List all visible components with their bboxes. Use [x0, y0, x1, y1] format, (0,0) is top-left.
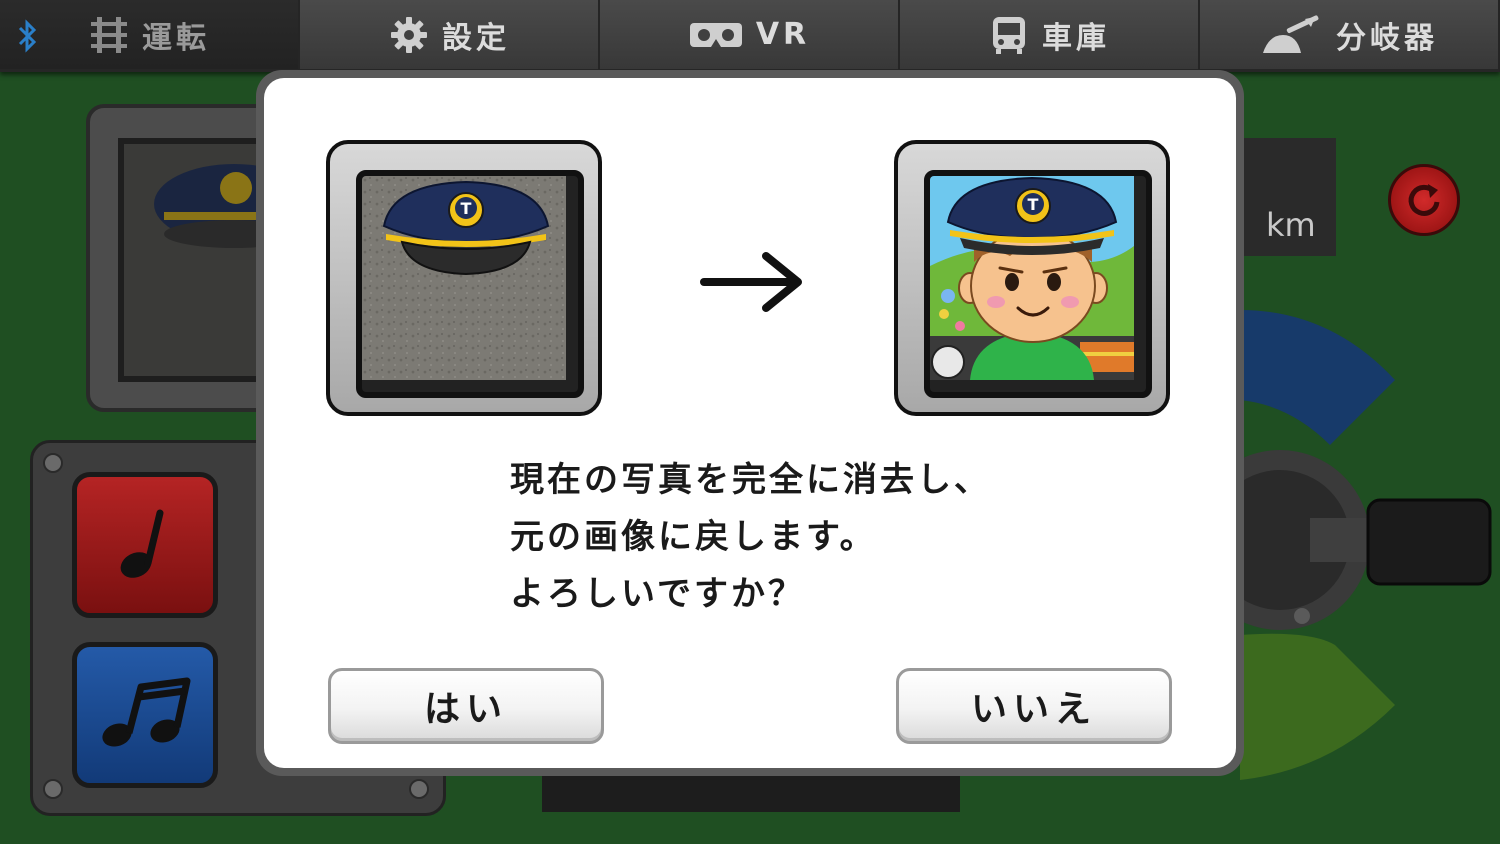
no-button[interactable]: いいえ	[896, 668, 1172, 744]
tab-drive-label: 運転	[142, 20, 210, 56]
tab-garage[interactable]: 車庫	[900, 0, 1200, 72]
dialog-message: 現在の写真を完全に消去し、 元の画像に戻します。 よろしいですか？	[510, 452, 1030, 623]
tab-settings[interactable]: 設定	[300, 0, 600, 72]
arrow-right-icon	[700, 252, 802, 312]
tab-drive[interactable]: 運転	[0, 0, 300, 72]
whistle-sound-button[interactable]	[72, 472, 218, 618]
train-icon	[988, 14, 1030, 56]
reset-button[interactable]	[1388, 164, 1460, 236]
gear-icon	[388, 14, 430, 56]
svg-text:T: T	[1028, 195, 1039, 214]
tab-switch-label: 分岐器	[1336, 20, 1438, 56]
screw	[409, 779, 429, 799]
tab-vr-label: VR	[755, 17, 811, 52]
default-image-frame: T	[894, 140, 1170, 416]
no-button-label: いいえ	[970, 689, 1097, 730]
tab-switch[interactable]: 分岐器	[1200, 0, 1500, 72]
tab-settings-label: 設定	[442, 20, 510, 56]
svg-text:T: T	[461, 199, 472, 218]
current-photo: T	[356, 170, 584, 398]
vr-goggles-icon	[688, 14, 744, 56]
dialog-message-line-1: 現在の写真を完全に消去し、	[510, 460, 991, 500]
default-image: T	[924, 170, 1152, 398]
throttle-lever[interactable]	[1240, 300, 1500, 800]
tab-vr[interactable]: VR	[600, 0, 900, 72]
bluetooth-icon	[18, 19, 37, 53]
refresh-icon	[1408, 184, 1440, 216]
screw	[43, 779, 63, 799]
yes-button-label: はい	[423, 689, 508, 730]
bottom-status-strip	[542, 770, 960, 812]
tracks-icon	[88, 14, 130, 56]
odometer-unit: km	[1266, 206, 1316, 244]
tab-garage-label: 車庫	[1042, 20, 1110, 56]
dialog-message-line-3: よろしいですか？	[510, 574, 805, 614]
double-music-note-icon	[102, 677, 191, 747]
yes-button[interactable]: はい	[328, 668, 604, 744]
melody-sound-button[interactable]	[72, 642, 218, 788]
dialog-message-line-2: 元の画像に戻します。	[510, 517, 877, 557]
top-tab-bar: 運転 設定 VR 車庫 分岐器	[0, 0, 1500, 72]
current-photo-frame: T	[326, 140, 602, 416]
screw	[43, 453, 63, 473]
switch-lever-icon	[1260, 14, 1324, 56]
music-note-icon	[120, 509, 164, 578]
odometer-display: km	[1236, 138, 1336, 256]
